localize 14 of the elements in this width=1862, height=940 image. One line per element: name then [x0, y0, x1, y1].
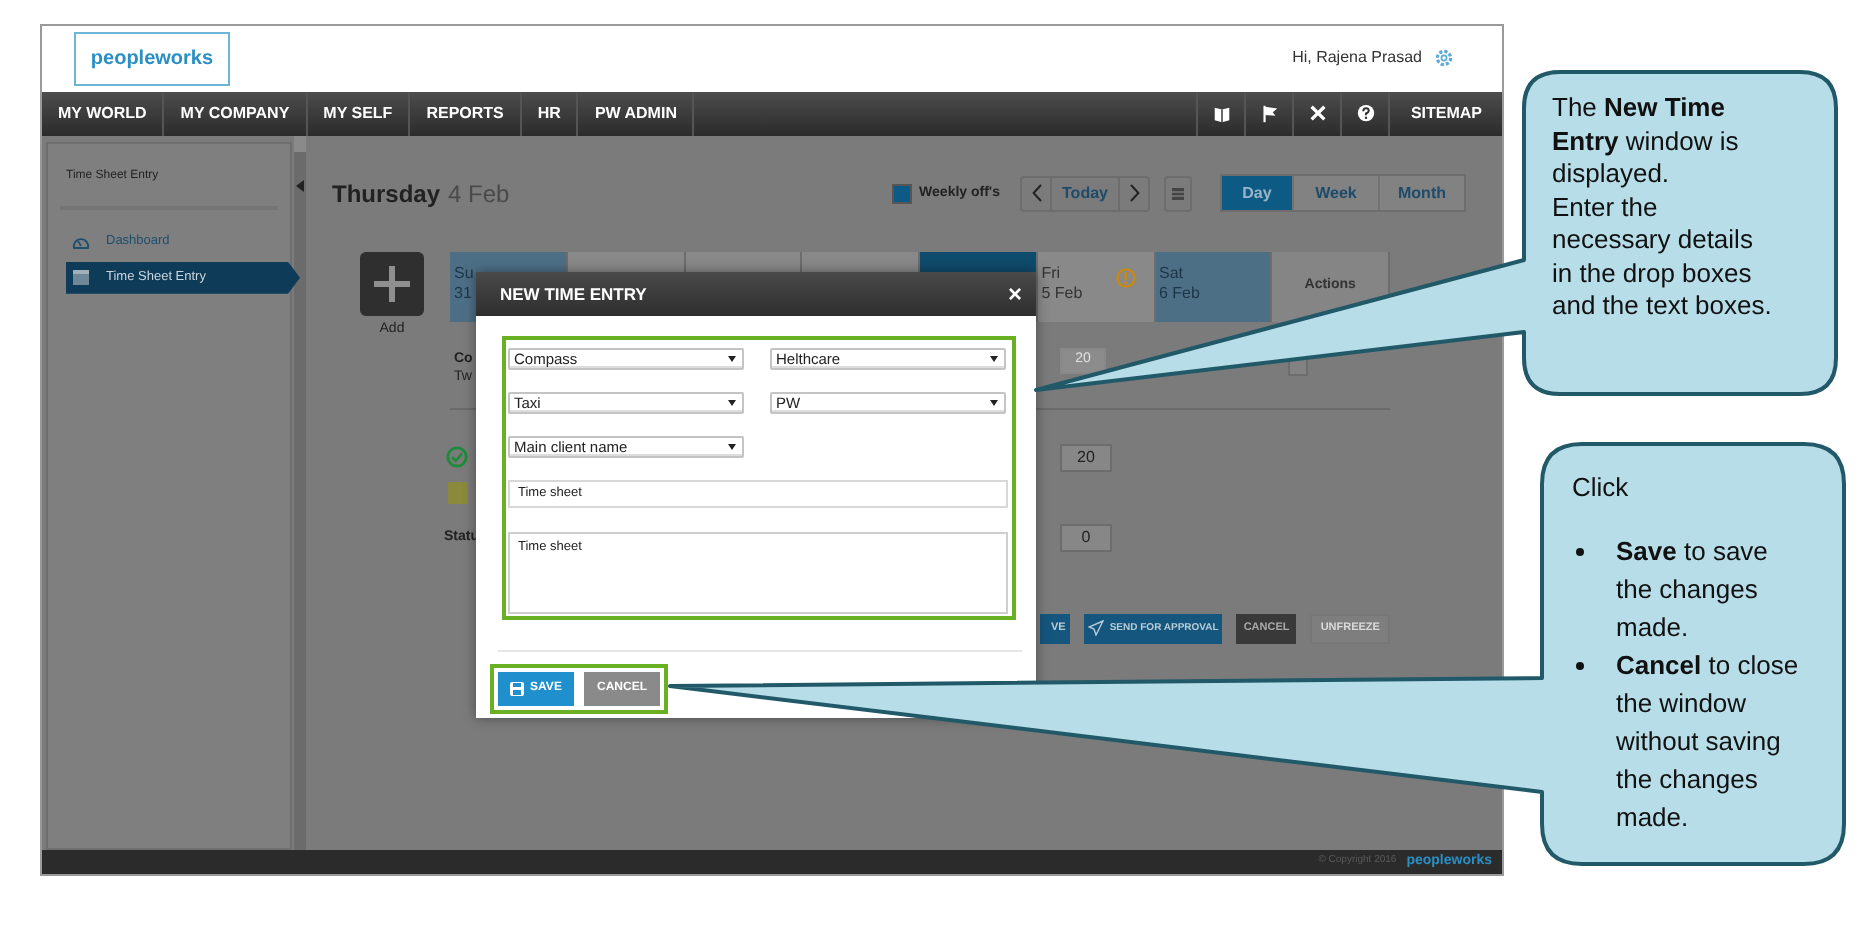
day-name: Fri — [1041, 263, 1061, 284]
user-greeting: Hi, Rajena Prasad — [1292, 46, 1422, 71]
callout-text: Click — [1572, 470, 1631, 506]
day-date: 5 Feb — [1041, 283, 1083, 304]
callout-text: Save to save the changes made. — [1616, 534, 1770, 646]
day-name: Su — [454, 263, 474, 284]
callout-text: The New Time Entry window is displayed. — [1552, 92, 1741, 191]
day-name: Sat — [1159, 263, 1184, 284]
day-date: 31 — [454, 283, 472, 304]
dialog-title: NEW TIME ENTRY — [500, 281, 647, 307]
callout-text: Cancel to close the window without saving the changes made. — [1616, 648, 1801, 836]
callout-text: Enter the necessary details in the drop boxes and the text boxes. — [1552, 191, 1774, 323]
day-date: 6 Feb — [1159, 283, 1200, 304]
day-heading: Thursday — [332, 177, 441, 212]
